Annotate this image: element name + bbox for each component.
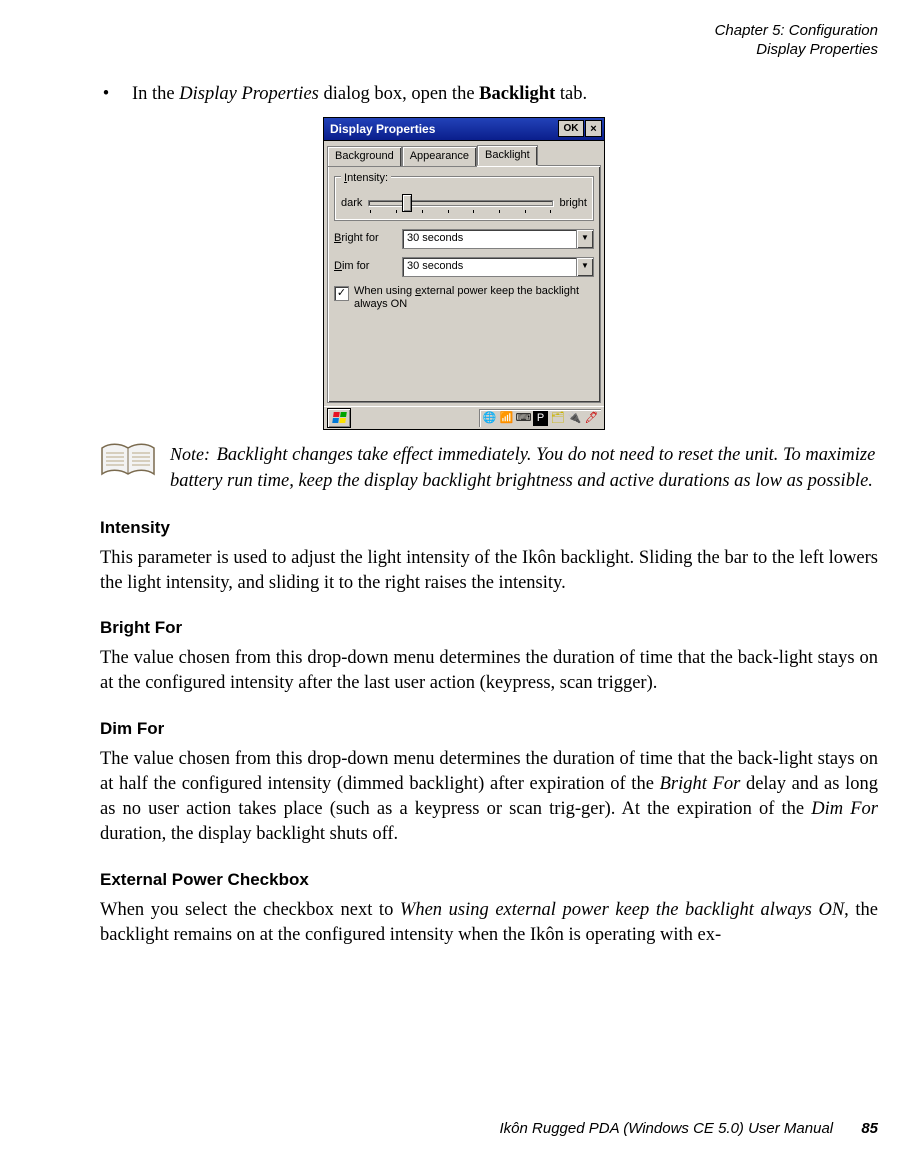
start-button[interactable]	[327, 408, 351, 428]
screenshot-wrapper: Display Properties OK × Background Appea…	[50, 117, 878, 430]
dim-for-value: 30 seconds	[403, 259, 576, 274]
header-chapter: Chapter 5: Configuration	[715, 22, 878, 41]
heading-external-power: External Power Checkbox	[100, 869, 878, 892]
tab-appearance[interactable]: Appearance	[402, 146, 477, 167]
dialog-title: Display Properties	[330, 121, 435, 137]
ok-button[interactable]: OK	[558, 120, 584, 137]
intensity-slider-row: dark bright	[341, 194, 587, 214]
external-power-check-label: When using external power keep the backl…	[354, 285, 594, 311]
taskbar: 🌐 📶 ⌨ P 🗂 🔌 🖊	[324, 406, 604, 429]
book-icon	[100, 442, 156, 480]
tabpanel-backlight: Intensity: dark bright Bright	[327, 165, 601, 403]
close-button[interactable]: ×	[585, 120, 602, 137]
pen-icon[interactable]: 🖊	[584, 411, 599, 426]
external-power-check-row: ✓ When using external power keep the bac…	[334, 285, 594, 311]
page-number: 85	[861, 1120, 878, 1137]
backlight-bold: Backlight	[479, 84, 555, 104]
bullet-marker: •	[100, 82, 112, 107]
windows-flag-icon	[332, 412, 347, 423]
note-label: Note:	[170, 444, 212, 464]
chevron-down-icon[interactable]: ▼	[576, 258, 593, 276]
heading-bright-for: Bright For	[100, 617, 878, 640]
display-properties-dialog: Display Properties OK × Background Appea…	[323, 117, 605, 430]
display-properties-italic: Display Properties	[179, 84, 319, 104]
dialog-titlebar: Display Properties OK ×	[324, 118, 604, 141]
note-text-wrap: Note: Backlight changes take effect imme…	[170, 442, 878, 495]
tabstrip: Background Appearance Backlight	[327, 145, 601, 166]
power-icon[interactable]: 🔌	[567, 411, 582, 426]
intensity-group: Intensity: dark bright	[334, 176, 594, 221]
intensity-slider[interactable]	[368, 194, 553, 214]
intensity-bright-label: bright	[559, 196, 587, 211]
page-footer: Ikôn Rugged PDA (Windows CE 5.0) User Ma…	[0, 1120, 878, 1137]
bright-for-combo[interactable]: 30 seconds ▼	[402, 229, 594, 249]
intensity-dark-label: dark	[341, 196, 362, 211]
bright-for-row: Bright for 30 seconds ▼	[334, 229, 594, 249]
note-block: Note: Backlight changes take effect imme…	[100, 442, 878, 495]
globe-icon[interactable]: 🌐	[482, 411, 497, 426]
keyboard-icon[interactable]: ⌨	[516, 411, 531, 426]
dim-for-row: Dim for 30 seconds ▼	[334, 257, 594, 277]
heading-dim-for: Dim For	[100, 718, 878, 741]
page-content: • In the Display Properties dialog box, …	[100, 82, 878, 948]
bullet-step: • In the Display Properties dialog box, …	[100, 82, 878, 107]
page-header: Chapter 5: Configuration Display Propert…	[715, 22, 878, 60]
tab-background[interactable]: Background	[327, 146, 402, 167]
tab-backlight[interactable]: Backlight	[477, 145, 538, 166]
heading-intensity: Intensity	[100, 517, 878, 540]
bright-for-value: 30 seconds	[403, 231, 576, 246]
system-tray: 🌐 📶 ⌨ P 🗂 🔌 🖊	[479, 409, 601, 427]
note-text: Backlight changes take effect immediatel…	[170, 445, 875, 491]
intensity-label: Intensity:	[341, 172, 391, 184]
footer-title: Ikôn Rugged PDA (Windows CE 5.0) User Ma…	[500, 1120, 834, 1137]
para-external-power: When you select the checkbox next to Whe…	[100, 898, 878, 948]
external-power-checkbox[interactable]: ✓	[334, 286, 349, 301]
dim-for-combo[interactable]: 30 seconds ▼	[402, 257, 594, 277]
dialog-body: Background Appearance Backlight Intensit…	[324, 141, 604, 406]
para-dim-for: The value chosen from this drop-down men…	[100, 747, 878, 847]
header-section: Display Properties	[715, 41, 878, 60]
bright-for-label: Bright for	[334, 231, 398, 246]
para-bright-for: The value chosen from this drop-down men…	[100, 646, 878, 696]
network-icon[interactable]: 📶	[499, 411, 514, 426]
dim-for-label: Dim for	[334, 259, 398, 274]
bullet-text: In the Display Properties dialog box, op…	[132, 82, 587, 107]
battery-icon[interactable]: 🗂	[550, 411, 565, 426]
app-icon[interactable]: P	[533, 411, 548, 426]
para-intensity: This parameter is used to adjust the lig…	[100, 546, 878, 596]
chevron-down-icon[interactable]: ▼	[576, 230, 593, 248]
